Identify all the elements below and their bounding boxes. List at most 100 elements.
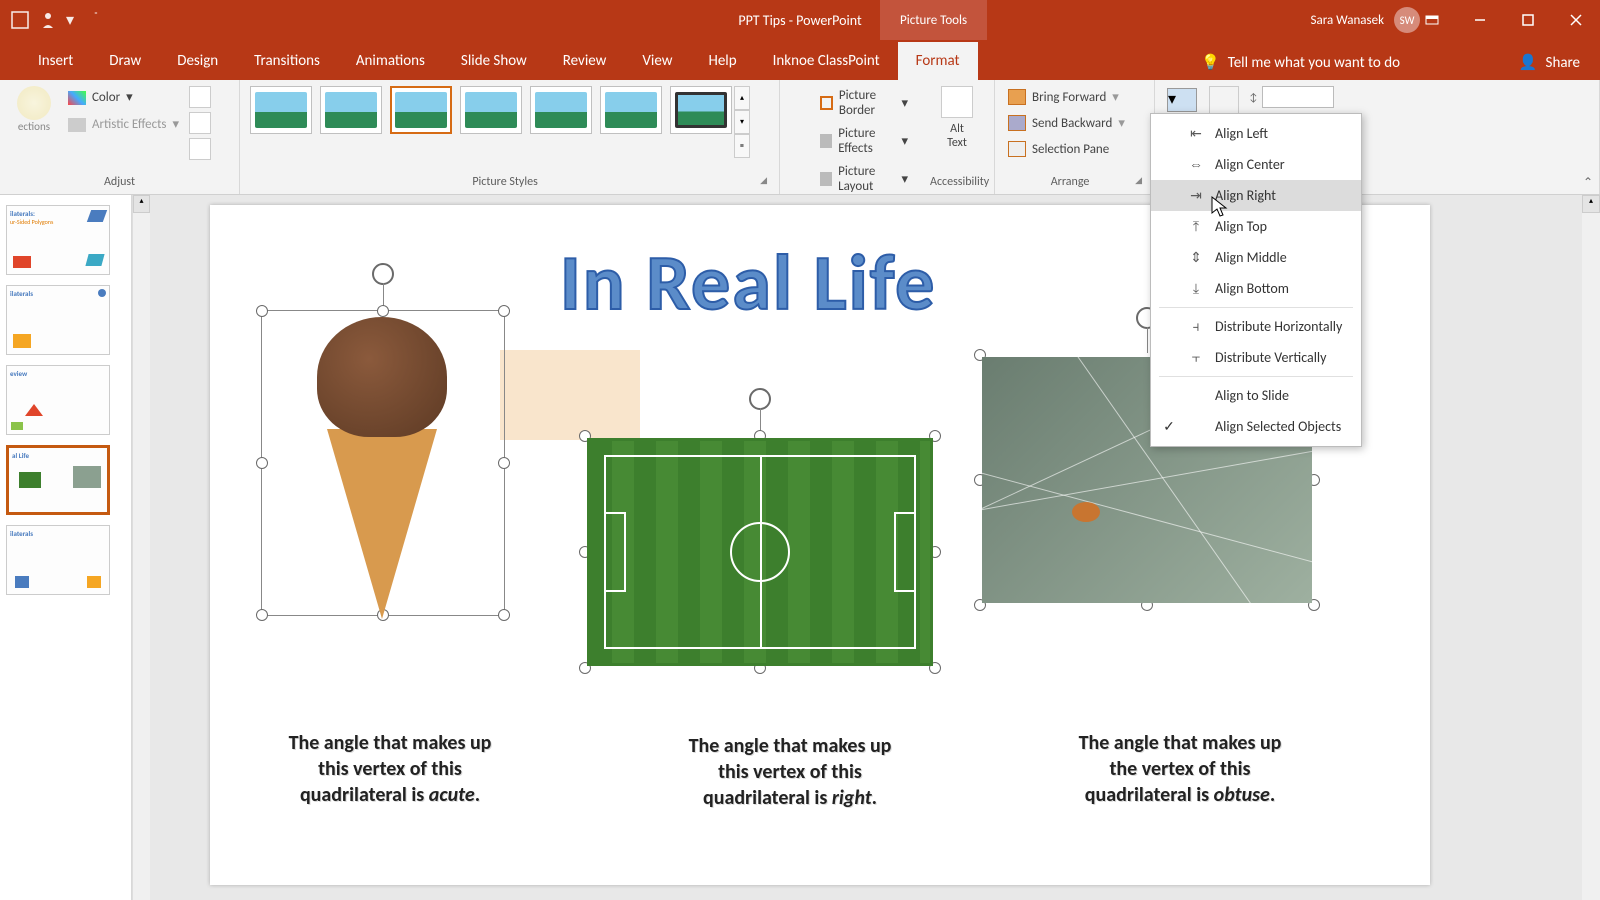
style-thumb[interactable]	[460, 86, 522, 134]
touch-mode-icon[interactable]	[38, 10, 58, 30]
align-button[interactable]: ▾	[1167, 88, 1197, 112]
selection-pane-button[interactable]: Selection Pane	[1005, 138, 1144, 160]
resize-handle[interactable]	[377, 305, 389, 317]
qat-dropdown-icon[interactable]: ▾	[66, 10, 86, 30]
style-thumb[interactable]	[250, 86, 312, 134]
alt-text-button[interactable]: Alt Text	[930, 86, 984, 150]
chevron-down-icon: ▾	[173, 117, 180, 132]
resize-handle[interactable]	[256, 609, 268, 621]
align-to-slide-item[interactable]: Align to Slide	[1151, 380, 1361, 411]
send-backward-button[interactable]: Send Backward ▾	[1005, 112, 1144, 134]
slide-editor[interactable]: In Real Life	[150, 195, 1600, 900]
selected-image-field[interactable]	[585, 436, 935, 668]
tab-design[interactable]: Design	[159, 42, 236, 80]
caption-obtuse[interactable]: The angle that makes up the vertex of th…	[1030, 730, 1330, 808]
user-account[interactable]: Sara Wanasek SW	[1311, 7, 1421, 33]
maximize-button[interactable]	[1504, 0, 1552, 40]
rotate-handle-icon[interactable]	[372, 263, 394, 285]
style-thumb[interactable]	[670, 86, 732, 134]
ribbon-picture-options: Picture Border ▾ Picture Effects ▾ Pictu…	[780, 80, 920, 194]
align-dropdown-menu: ⇤Align Left ⇔Align Center ⇥Align Right ⤒…	[1150, 113, 1362, 447]
close-button[interactable]	[1552, 0, 1600, 40]
user-name: Sara Wanasek	[1311, 13, 1385, 28]
collapse-ribbon-icon[interactable]: ⌃	[1583, 175, 1593, 190]
caption-acute[interactable]: The angle that makes up this vertex of t…	[240, 730, 540, 808]
slide-thumbnail[interactable]: eview	[6, 365, 110, 435]
alt-text-label-1: Alt	[950, 122, 964, 136]
ribbon-display-icon[interactable]	[1408, 0, 1456, 40]
color-label: Color	[92, 90, 120, 105]
qat-customize-icon[interactable]: ⁼	[94, 10, 114, 30]
align-center-item[interactable]: ⇔Align Center	[1151, 149, 1361, 180]
tab-animations[interactable]: Animations	[338, 42, 443, 80]
reset-picture-button[interactable]	[189, 138, 211, 160]
style-thumb[interactable]	[600, 86, 662, 134]
height-input[interactable]	[1262, 86, 1334, 108]
tell-me-search[interactable]: 💡 Tell me what you want to do	[1201, 45, 1400, 80]
caption-line: this vertex of this	[718, 760, 862, 784]
picture-border-button[interactable]: Picture Border ▾	[818, 86, 910, 120]
slide-thumbnail[interactable]: ilaterals	[6, 525, 110, 595]
align-bottom-item[interactable]: ⤓Align Bottom	[1151, 273, 1361, 304]
style-thumb-selected[interactable]	[390, 86, 452, 134]
slide-title[interactable]: In Real Life	[560, 235, 936, 330]
style-thumb[interactable]	[320, 86, 382, 134]
compress-pictures-button[interactable]	[189, 86, 211, 108]
contextual-tab-picture-tools[interactable]: Picture Tools	[880, 0, 987, 40]
tab-format[interactable]: Format	[898, 42, 978, 80]
picture-effects-button[interactable]: Picture Effects ▾	[818, 124, 910, 158]
dialog-launcher-icon[interactable]: ◢	[1135, 175, 1142, 186]
align-top-item[interactable]: ⤒Align Top	[1151, 211, 1361, 242]
align-middle-label: Align Middle	[1215, 249, 1287, 266]
resize-handle[interactable]	[498, 609, 510, 621]
resize-handle[interactable]	[256, 305, 268, 317]
share-button[interactable]: 👤 Share	[1519, 45, 1580, 80]
tab-insert[interactable]: Insert	[20, 42, 91, 80]
picture-styles-gallery[interactable]: ▴ ▾ ≡	[250, 86, 732, 134]
selected-image-icecream[interactable]	[261, 310, 505, 616]
resize-handle[interactable]	[498, 457, 510, 469]
selection-pane-label: Selection Pane	[1032, 142, 1109, 157]
gallery-scroll-down[interactable]: ▾	[734, 110, 750, 134]
caption-line: this vertex of this	[318, 757, 462, 781]
slide-thumbnail-panel[interactable]: ilaterals: ur-Sided Polygons ilaterals e…	[0, 195, 132, 900]
scroll-up-icon[interactable]: ▴	[1582, 195, 1600, 213]
gallery-scroll-up[interactable]: ▴	[734, 86, 750, 110]
resize-handle[interactable]	[498, 305, 510, 317]
dialog-launcher-icon[interactable]: ◢	[760, 175, 767, 186]
slide-thumbnail-current[interactable]: al Life	[6, 445, 110, 515]
slide-thumbnail[interactable]: ilaterals: ur-Sided Polygons	[6, 205, 110, 275]
style-thumb[interactable]	[530, 86, 592, 134]
align-selected-objects-item[interactable]: ✓Align Selected Objects	[1151, 411, 1361, 442]
slide-thumbnail[interactable]: ilaterals	[6, 285, 110, 355]
scroll-up-icon[interactable]: ▴	[133, 195, 150, 213]
rotate-handle-icon[interactable]	[749, 388, 771, 410]
artistic-effects-button[interactable]: Artistic Effects ▾	[64, 113, 183, 136]
minimize-button[interactable]	[1456, 0, 1504, 40]
align-left-item[interactable]: ⇤Align Left	[1151, 118, 1361, 149]
tab-slideshow[interactable]: Slide Show	[443, 42, 545, 80]
tab-transitions[interactable]: Transitions	[236, 42, 338, 80]
tab-help[interactable]: Help	[690, 42, 754, 80]
autosave-icon[interactable]	[10, 10, 30, 30]
editor-scrollbar[interactable]: ▴	[1582, 195, 1600, 900]
distribute-vertically-item[interactable]: ⫟Distribute Vertically	[1151, 342, 1361, 373]
caption-right[interactable]: The angle that makes up this vertex of t…	[640, 733, 940, 811]
thumbnail-scrollbar[interactable]: ▴	[132, 195, 150, 900]
tab-view[interactable]: View	[624, 42, 690, 80]
gallery-expand[interactable]: ≡	[734, 134, 750, 158]
change-picture-button[interactable]	[189, 112, 211, 134]
resize-handle[interactable]	[256, 457, 268, 469]
color-icon	[68, 91, 86, 105]
align-right-item[interactable]: ⇥Align Right	[1151, 180, 1361, 211]
tab-review[interactable]: Review	[545, 42, 625, 80]
tab-classpoint[interactable]: Inknoe ClassPoint	[755, 42, 898, 80]
distribute-horizontally-item[interactable]: ⫞Distribute Horizontally	[1151, 311, 1361, 342]
color-button[interactable]: Color ▾	[64, 86, 183, 109]
corrections-button[interactable]: ections	[10, 86, 58, 142]
align-middle-item[interactable]: ⇕Align Middle	[1151, 242, 1361, 273]
tab-draw[interactable]: Draw	[91, 42, 159, 80]
bring-forward-button[interactable]: Bring Forward ▾	[1005, 86, 1144, 108]
picture-layout-button[interactable]: Picture Layout ▾	[818, 162, 910, 196]
ribbon-tabs: Insert Draw Design Transitions Animation…	[0, 40, 1600, 80]
